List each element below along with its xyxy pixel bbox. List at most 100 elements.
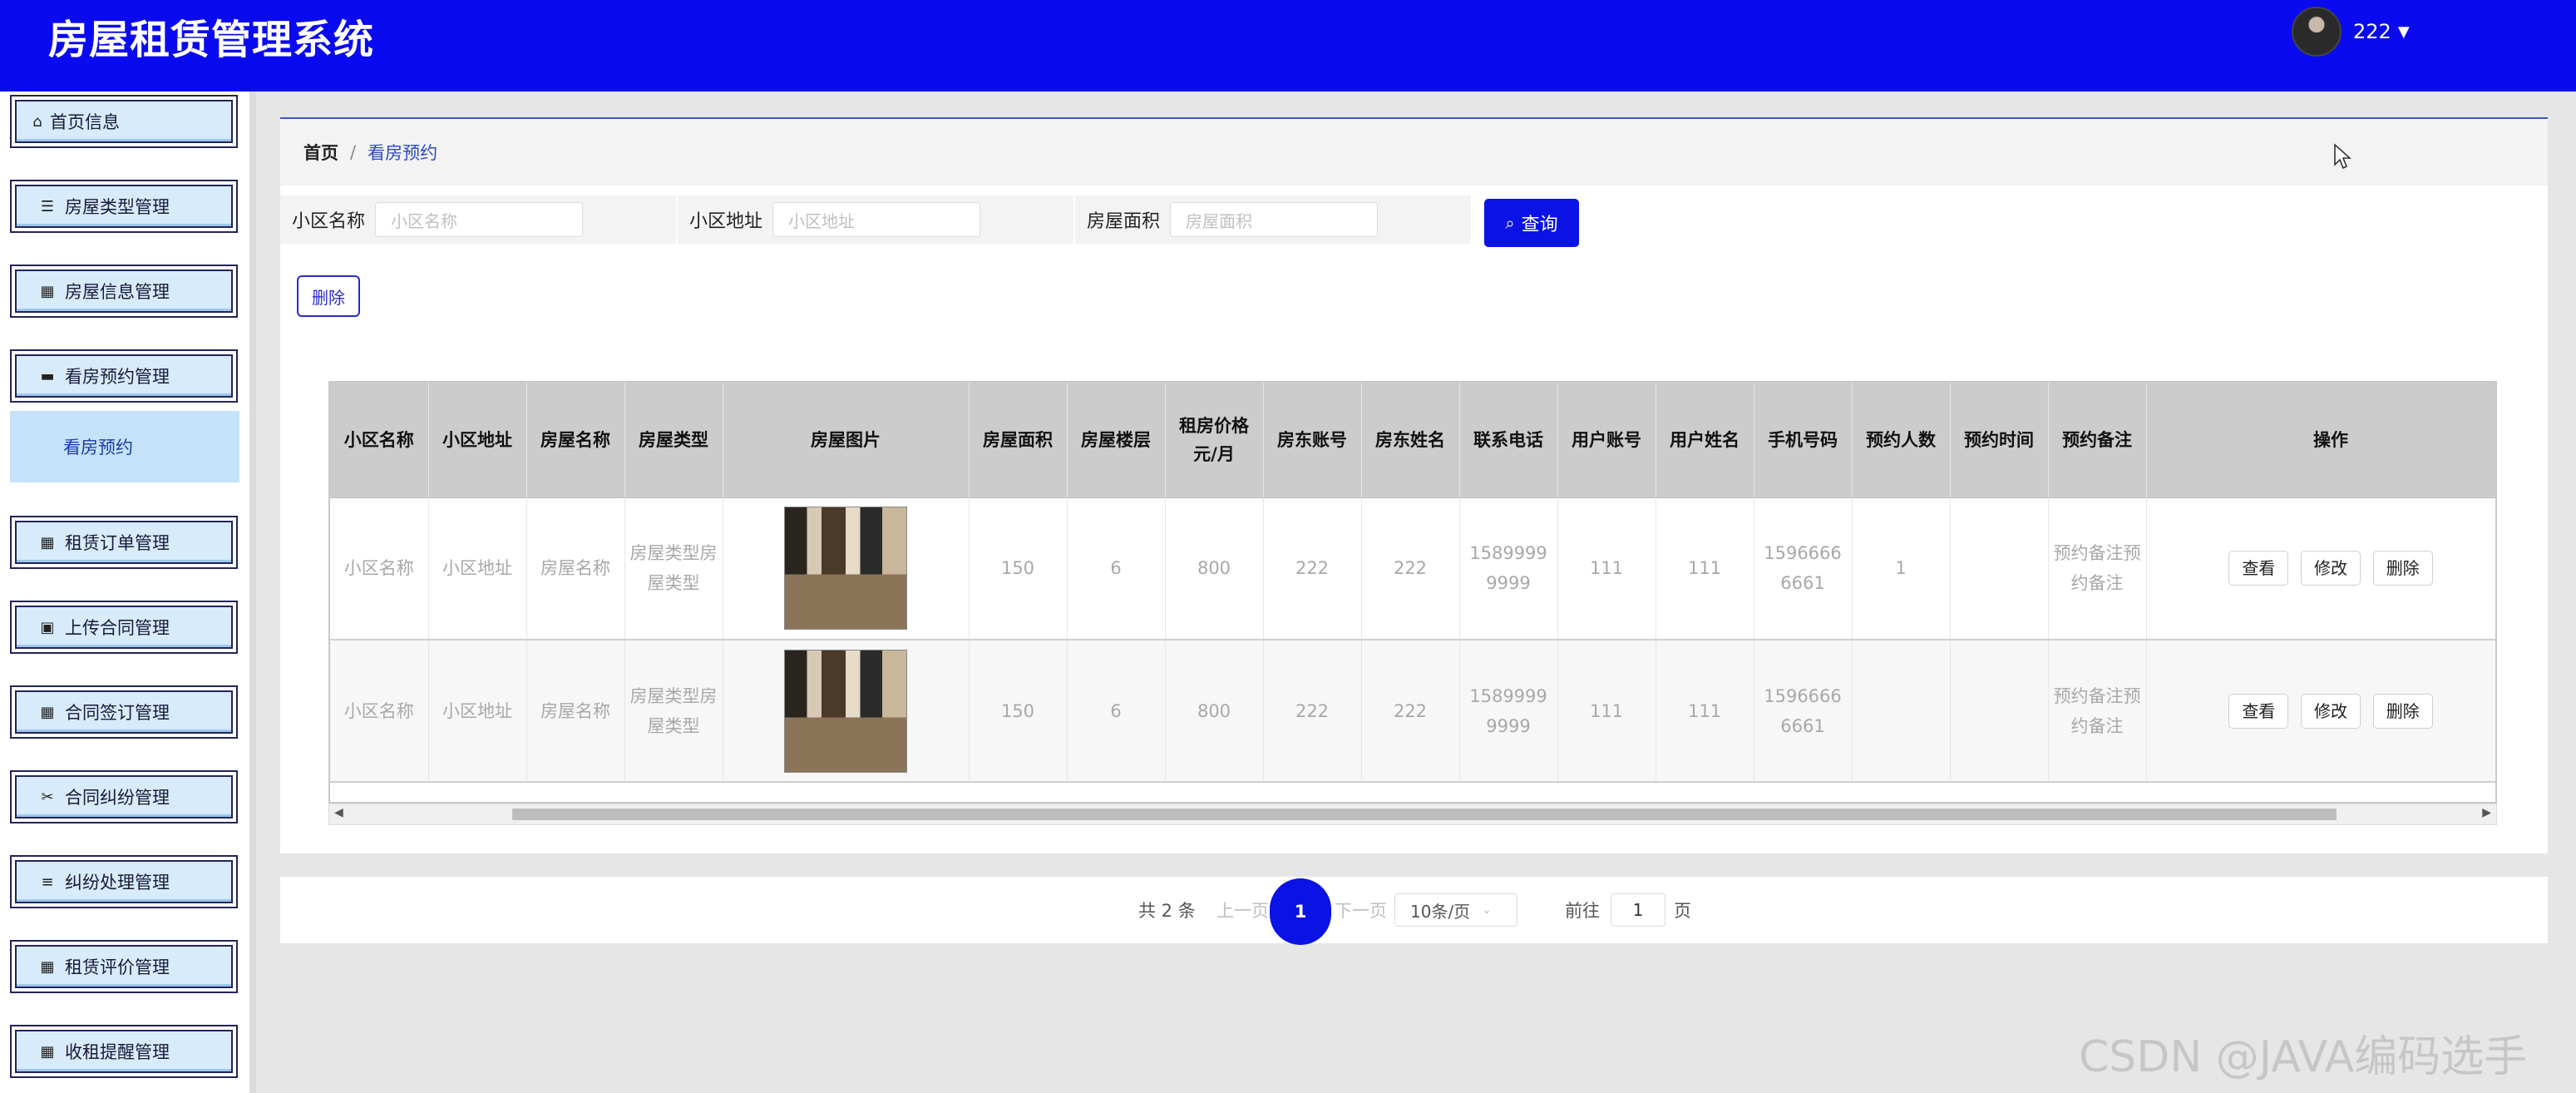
scroll-right-icon[interactable]: ▶ — [2482, 806, 2491, 819]
sidebar-item-house-type[interactable]: ☰ 房屋类型管理 — [10, 180, 238, 233]
breadcrumb-current: 看房预约 — [368, 143, 438, 163]
edit-button[interactable]: 修改 — [2301, 551, 2361, 586]
cell-house-name: 房屋名称 — [526, 640, 625, 783]
column-header[interactable]: 房屋楼层 — [1067, 383, 1166, 498]
search-area-input[interactable]: 房屋面积 — [1170, 202, 1379, 237]
grid-icon: ▦ — [40, 957, 55, 976]
cell-house-image — [723, 640, 970, 783]
sidebar-item-rental-review[interactable]: ▦ 租赁评价管理 — [10, 940, 238, 993]
table-horizontal-scrollbar[interactable]: ◀ ▶ — [328, 804, 2497, 825]
cell-actions: 查看 修改 删除 — [2146, 497, 2495, 640]
pagination-total: 共 2 条 — [1138, 901, 1196, 921]
breadcrumb-home[interactable]: 首页 — [303, 140, 338, 165]
sidebar-item-upload-contract[interactable]: ▣ 上传合同管理 — [10, 601, 238, 654]
cell-landlord-account: 222 — [1263, 497, 1362, 640]
cell-actions: 查看 修改 删除 — [2146, 640, 2495, 783]
breadcrumb: 首页 / 看房预约 — [280, 119, 2548, 185]
avatar[interactable] — [2292, 7, 2342, 57]
column-header[interactable]: 用户姓名 — [1656, 383, 1754, 498]
view-button[interactable]: 查看 — [2228, 693, 2289, 729]
sidebar-item-contract-dispute[interactable]: ✂ 合同纠纷管理 — [10, 770, 238, 823]
page-number-current[interactable]: 1 — [1270, 878, 1331, 945]
house-photo[interactable] — [784, 649, 907, 773]
sidebar-item-home[interactable]: ⌂ 首页信息 — [10, 95, 238, 148]
table-row[interactable]: 小区名称 小区地址 房屋名称 房屋类型房屋类型 150 6 800 222 22… — [330, 497, 2495, 640]
view-button[interactable]: 查看 — [2228, 551, 2289, 586]
app-title: 房屋租赁管理系统 — [48, 17, 375, 63]
search-address-group: 小区地址 小区地址 — [678, 195, 1073, 244]
cell-floor: 6 — [1067, 497, 1166, 640]
row-delete-button[interactable]: 删除 — [2372, 551, 2433, 586]
sidebar-item-contract-signing[interactable]: ▦ 合同签订管理 — [10, 685, 238, 739]
cell-phone: 15899999999 — [1459, 640, 1558, 783]
page-size-select[interactable]: 10条/页 ⌄ — [1394, 893, 1517, 927]
column-header[interactable]: 租房价格元/月 — [1165, 383, 1264, 498]
cell-landlord-account: 222 — [1263, 640, 1362, 783]
user-name[interactable]: 222 — [2353, 20, 2391, 43]
grid-icon: ▦ — [40, 703, 55, 721]
sidebar-item-label: 首页信息 — [50, 112, 120, 132]
scroll-left-icon[interactable]: ◀ — [334, 806, 343, 819]
sliders-icon: ☰ — [40, 197, 55, 215]
main-panel: 首页 / 看房预约 小区名称 小区名称 小区地址 小区地址 房屋面积 房屋面积 … — [280, 117, 2548, 853]
bulk-delete-button[interactable]: 删除 — [297, 275, 360, 317]
cell-area: 150 — [969, 497, 1068, 640]
caret-down-icon[interactable]: ▼ — [2398, 23, 2410, 41]
column-header[interactable]: 房屋类型 — [624, 383, 723, 498]
cell-price: 800 — [1165, 640, 1264, 783]
sidebar-subitem-label: 看房预约 — [63, 438, 133, 457]
column-header[interactable]: 用户账号 — [1557, 383, 1656, 498]
column-header[interactable]: 小区名称 — [330, 383, 429, 498]
cell-community: 小区名称 — [330, 497, 429, 640]
prev-page-button[interactable]: 上一页 — [1216, 877, 1269, 943]
table-row[interactable]: 小区名称 小区地址 房屋名称 房屋类型房屋类型 150 6 800 222 22… — [330, 640, 2495, 783]
printer-icon: ▣ — [40, 618, 55, 636]
cell-house-type: 房屋类型房屋类型 — [624, 640, 723, 783]
edit-button[interactable]: 修改 — [2301, 693, 2361, 729]
user-menu[interactable]: 222 ▼ — [2292, 7, 2410, 57]
search-community-input[interactable]: 小区名称 — [375, 202, 584, 237]
column-header[interactable]: 预约时间 — [1950, 383, 2049, 498]
next-page-button[interactable]: 下一页 — [1335, 877, 1387, 943]
column-header[interactable]: 手机号码 — [1754, 383, 1853, 498]
scrollbar-thumb[interactable] — [512, 809, 2337, 820]
sidebar-item-house-info[interactable]: ▦ 房屋信息管理 — [10, 265, 238, 318]
cell-community: 小区名称 — [330, 640, 429, 783]
cell-house-name: 房屋名称 — [526, 497, 625, 640]
query-button-label: 查询 — [1521, 215, 1558, 235]
column-header[interactable]: 预约备注 — [2048, 383, 2147, 498]
cell-house-type: 房屋类型房屋类型 — [624, 497, 723, 640]
cell-house-image — [723, 497, 970, 640]
sidebar-subitem-viewing[interactable]: 看房预约 — [10, 411, 239, 482]
sidebar-item-rental-orders[interactable]: ▦ 租赁订单管理 — [10, 516, 238, 569]
booking-table: 小区名称 小区地址 房屋名称 房屋类型 房屋图片 房屋面积 房屋楼层 租房价格元… — [328, 381, 2497, 804]
home-icon: ⌂ — [32, 112, 42, 131]
sidebar-item-rent-reminder[interactable]: ▦ 收租提醒管理 — [10, 1025, 238, 1078]
goto-page-input[interactable]: 1 — [1611, 893, 1666, 927]
cell-mobile: 15966666661 — [1754, 640, 1853, 783]
page-size-value: 10条/页 — [1410, 901, 1471, 922]
column-header[interactable]: 小区地址 — [428, 383, 527, 498]
column-header[interactable]: 房东姓名 — [1361, 383, 1460, 498]
search-community-group: 小区名称 小区名称 — [280, 195, 676, 244]
sidebar-scrollbar[interactable] — [249, 91, 256, 1093]
query-button[interactable]: ⌕ 查询 — [1484, 199, 1579, 247]
cell-landlord-name: 222 — [1361, 497, 1460, 640]
column-header[interactable]: 房屋名称 — [526, 383, 625, 498]
row-delete-button[interactable]: 删除 — [2372, 693, 2433, 729]
search-address-input[interactable]: 小区地址 — [772, 202, 981, 237]
column-header[interactable]: 预约人数 — [1852, 383, 1951, 498]
column-header[interactable]: 房东账号 — [1263, 383, 1362, 498]
search-area-group: 房屋面积 房屋面积 — [1075, 195, 1471, 244]
house-photo[interactable] — [784, 507, 907, 631]
column-header[interactable]: 联系电话 — [1459, 383, 1558, 498]
breadcrumb-separator: / — [350, 142, 357, 162]
column-header[interactable]: 房屋面积 — [969, 383, 1068, 498]
cell-time — [1950, 640, 2049, 783]
search-area-label: 房屋面积 — [1087, 211, 1161, 232]
pagination: 共 2 条 上一页 1 下一页 10条/页 ⌄ 前往 1 页 — [280, 877, 2548, 945]
sidebar-item-dispute-handling[interactable]: ≡ 纠纷处理管理 — [10, 855, 238, 908]
goto-label: 前往 — [1565, 901, 1600, 921]
sidebar-item-viewing[interactable]: ▬ 看房预约管理 — [10, 349, 238, 403]
cell-floor: 6 — [1067, 640, 1166, 783]
